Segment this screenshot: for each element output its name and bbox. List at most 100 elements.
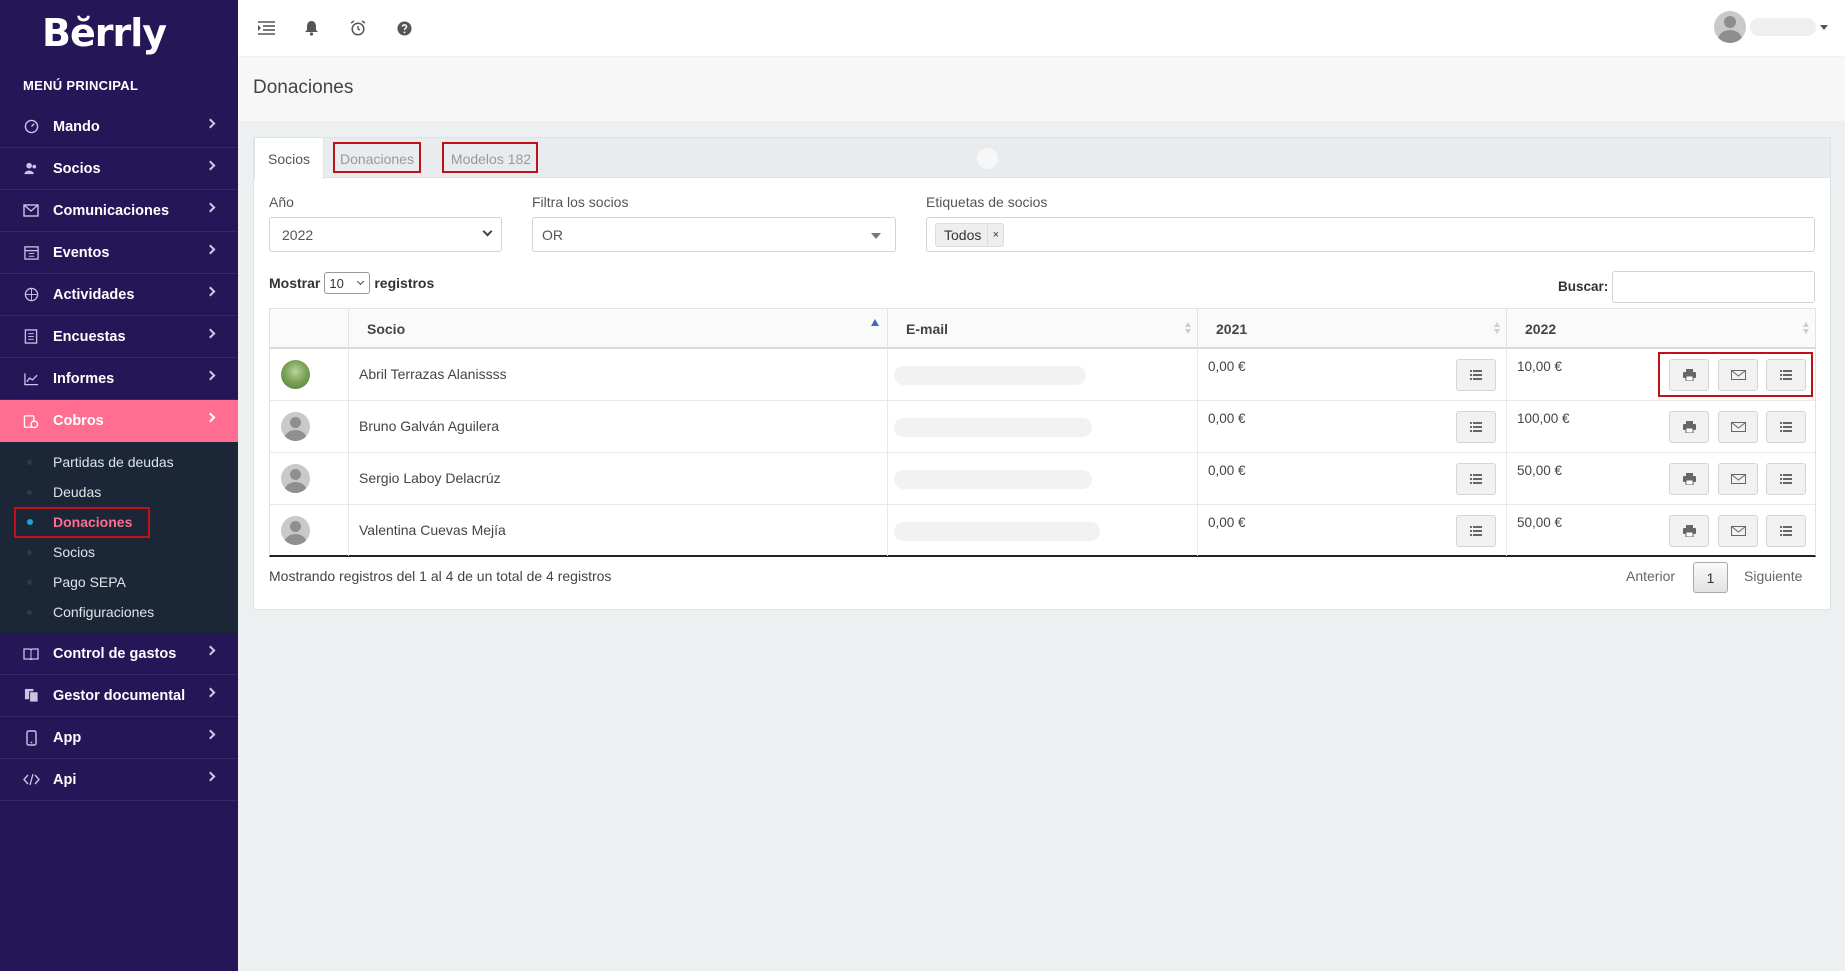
user-name-placeholder[interactable] <box>1750 18 1816 36</box>
filter-label: Filtra los socios <box>532 194 629 210</box>
sidebar-item-socios[interactable]: Socios <box>0 148 238 190</box>
list-button[interactable] <box>1766 463 1806 495</box>
tag-remove-button[interactable]: × <box>987 223 1003 246</box>
bullet-icon <box>27 490 32 495</box>
list-button[interactable] <box>1456 463 1496 495</box>
amount-2022-cell: 50,00 € <box>1506 505 1815 556</box>
sidebar-item-label: Socios <box>53 160 101 177</box>
sidebar-item-gestor-documental[interactable]: Gestor documental <box>0 675 238 717</box>
sidebar-item-control-de-gastos[interactable]: Control de gastos <box>0 633 238 675</box>
pagination-next[interactable]: Siguiente <box>1744 568 1802 584</box>
member-name[interactable]: Bruno Galván Aguilera <box>359 418 499 434</box>
sidebar-item-label: Cobros <box>53 413 104 429</box>
sidebar-item-encuestas[interactable]: Encuestas <box>0 316 238 358</box>
tags-input[interactable]: Todos × <box>926 217 1815 252</box>
print-button[interactable] <box>1669 411 1709 443</box>
member-name[interactable]: Valentina Cuevas Mejía <box>359 522 506 538</box>
help-icon[interactable] <box>394 18 414 38</box>
print-button[interactable] <box>1669 515 1709 547</box>
amount-2022: 100,00 € <box>1517 411 1570 426</box>
list-button[interactable] <box>1456 411 1496 443</box>
column-header-label: E-mail <box>906 320 949 337</box>
submenu-item-deudas[interactable]: Deudas <box>0 477 238 507</box>
bullet-icon <box>27 460 32 465</box>
list-icon <box>1470 526 1482 536</box>
highlight-box <box>442 142 538 173</box>
sidebar-item-eventos[interactable]: Eventos <box>0 232 238 274</box>
sidebar-item-actividades[interactable]: Actividades <box>0 274 238 316</box>
chevron-right-icon <box>205 118 216 129</box>
menu-toggle-icon[interactable] <box>256 18 276 38</box>
basketball-icon <box>22 286 40 304</box>
email-placeholder <box>894 418 1092 437</box>
column-header-avatar <box>270 309 348 348</box>
alarm-clock-icon[interactable] <box>348 18 368 38</box>
chevron-right-icon <box>205 244 216 255</box>
amount-2022-cell: 10,00 € <box>1506 349 1815 400</box>
amount-2022: 10,00 € <box>1517 359 1563 374</box>
sidebar-item-label: Encuestas <box>53 328 126 345</box>
chart-icon <box>22 370 40 388</box>
tab-socios[interactable]: Socios <box>254 138 324 179</box>
chevron-right-icon <box>205 412 216 423</box>
pagination-previous[interactable]: Anterior <box>1626 568 1675 584</box>
chevron-right-icon <box>205 328 216 339</box>
name-cell: Abril Terrazas Alanissss <box>348 349 887 400</box>
user-avatar[interactable] <box>1714 11 1746 43</box>
tag-chip-label: Todos <box>944 226 982 243</box>
brand-logo[interactable]: Bĕrrly <box>0 0 238 66</box>
page-length-control: Mostrar 10 registros <box>269 272 434 294</box>
email-placeholder <box>894 522 1100 541</box>
filter-select[interactable]: OR <box>532 217 896 252</box>
amount-2021: 0,00 € <box>1208 411 1246 426</box>
list-icon <box>1470 370 1482 380</box>
sidebar-item-api[interactable]: Api <box>0 759 238 801</box>
avatar-cell <box>270 505 348 556</box>
caret-down-icon[interactable] <box>1820 25 1828 30</box>
column-header-email[interactable]: E-mail <box>887 309 1197 348</box>
list-button[interactable] <box>1766 411 1806 443</box>
sidebar-item-comunicaciones[interactable]: Comunicaciones <box>0 190 238 232</box>
print-button[interactable] <box>1669 463 1709 495</box>
sidebar-item-label: App <box>53 729 82 746</box>
submenu-item-socios[interactable]: Socios <box>0 537 238 567</box>
amount-2021-cell: 0,00 € <box>1197 453 1506 504</box>
code-icon <box>22 771 40 789</box>
column-header-socio[interactable]: Socio <box>348 309 887 348</box>
page-length-select[interactable]: 10 <box>324 272 371 294</box>
submenu-item-configuraciones[interactable]: Configuraciones <box>0 597 238 627</box>
caret-down-icon <box>871 233 881 239</box>
list-button[interactable] <box>1456 359 1496 391</box>
submenu-item-label: Partidas de deudas <box>53 454 174 470</box>
member-name[interactable]: Abril Terrazas Alanissss <box>359 366 507 382</box>
list-button[interactable] <box>1456 515 1496 547</box>
avatar-cell <box>270 349 348 400</box>
email-button[interactable] <box>1718 515 1758 547</box>
table-row: Bruno Galván Aguilera 0,00 € 100,00 € <box>269 401 1816 453</box>
sidebar-item-mando[interactable]: Mando <box>0 106 238 148</box>
sidebar-item-cobros[interactable]: Cobros <box>0 400 238 442</box>
search-input[interactable] <box>1612 271 1815 303</box>
documents-icon <box>22 687 40 705</box>
pagination-page-1[interactable]: 1 <box>1693 562 1728 593</box>
submenu-item-partidas-de-deudas[interactable]: Partidas de deudas <box>0 447 238 477</box>
column-header-2022[interactable]: 2022 <box>1506 309 1815 348</box>
search-label: Buscar: <box>1558 279 1609 294</box>
sidebar-item-label: Eventos <box>53 244 110 261</box>
member-name[interactable]: Sergio Laboy Delacrúz <box>359 470 501 486</box>
chevron-down-icon <box>357 277 365 286</box>
show-suffix: registros <box>374 275 435 291</box>
email-button[interactable] <box>1718 463 1758 495</box>
sidebar-item-informes[interactable]: Informes <box>0 358 238 400</box>
bell-icon[interactable] <box>301 18 321 38</box>
column-header-2021[interactable]: 2021 <box>1197 309 1506 348</box>
column-header-label: 2022 <box>1525 320 1557 337</box>
email-button[interactable] <box>1718 411 1758 443</box>
list-button[interactable] <box>1766 515 1806 547</box>
sort-asc-icon <box>871 319 879 326</box>
submenu-item-pago-sepa[interactable]: Pago SEPA <box>0 567 238 597</box>
highlight-box <box>1658 352 1813 397</box>
year-select[interactable]: 2022 <box>269 217 502 252</box>
avatar <box>281 464 310 493</box>
sidebar-item-app[interactable]: App <box>0 717 238 759</box>
